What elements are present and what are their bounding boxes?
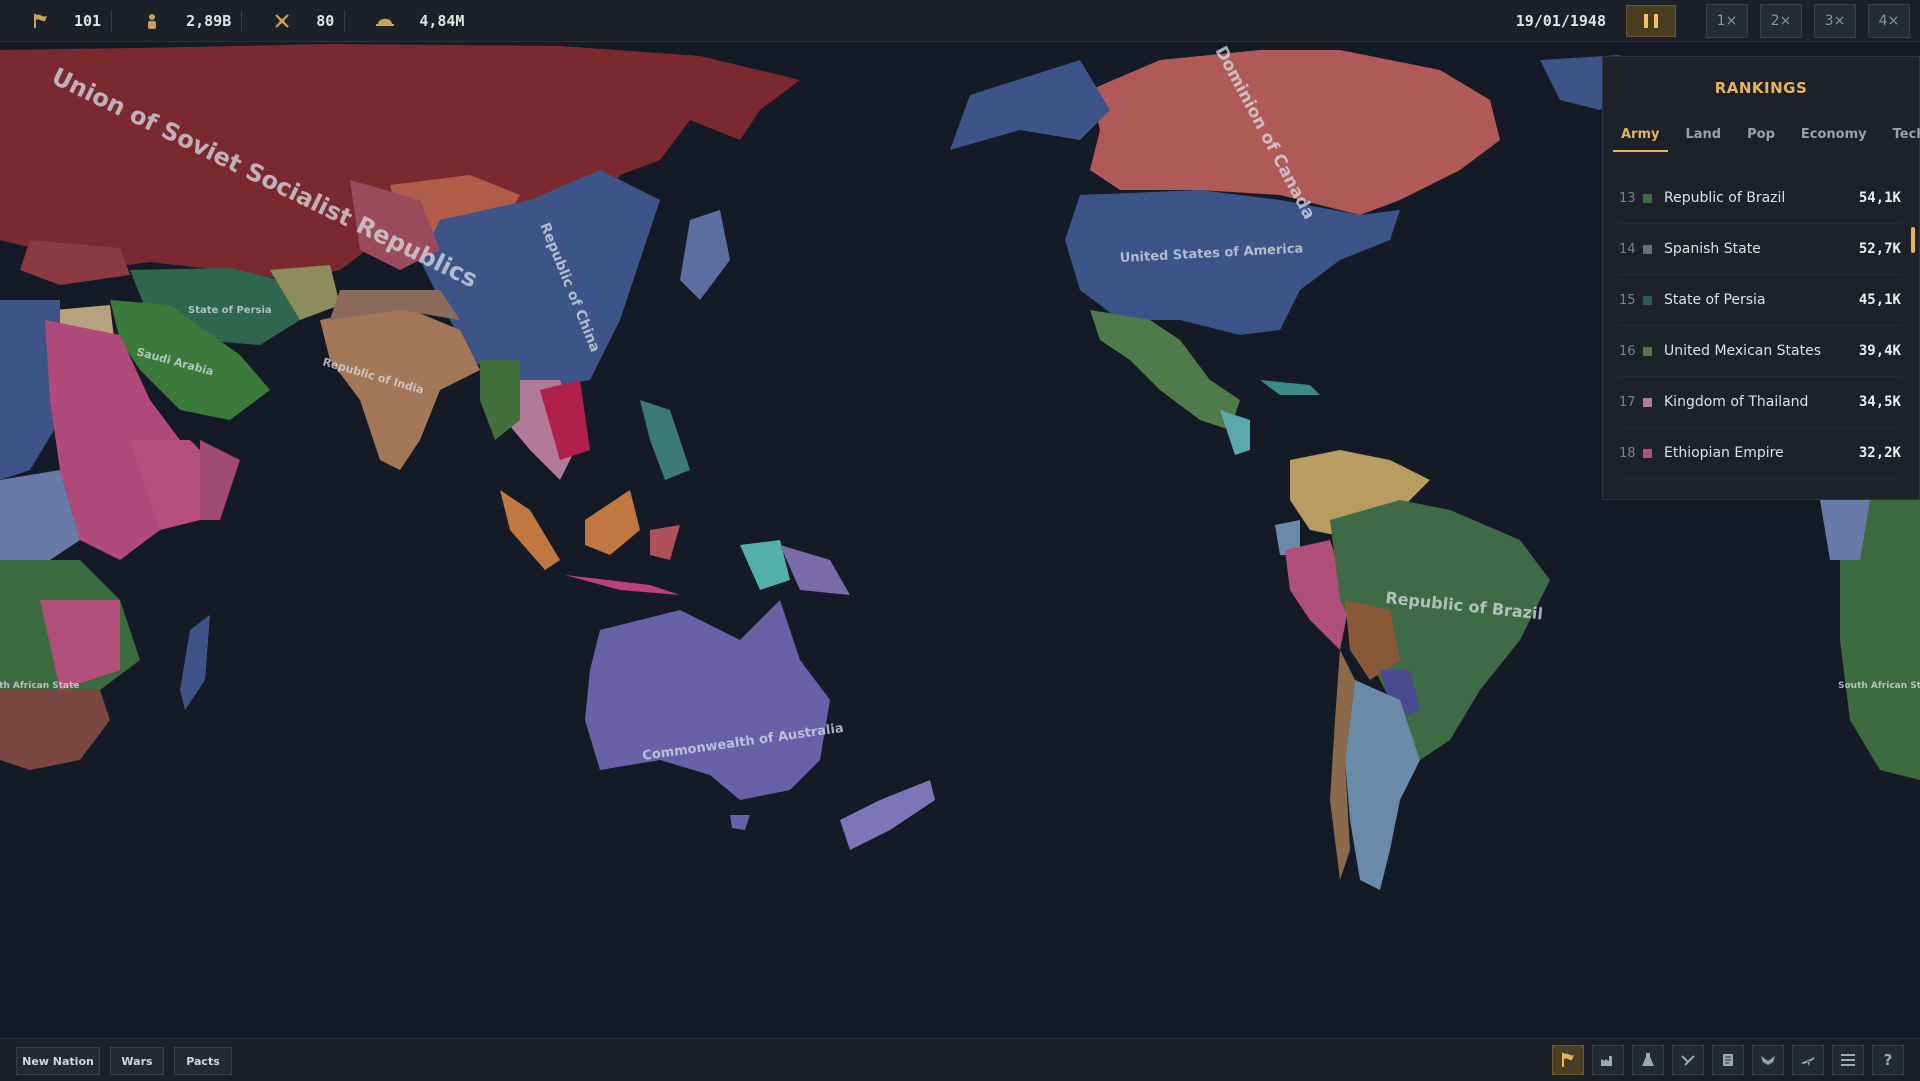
- rank-number: 17: [1619, 394, 1636, 410]
- stat-wars: 80: [242, 0, 344, 42]
- nation-name: State of Persia: [1664, 292, 1766, 308]
- menu-icon[interactable]: [1832, 1045, 1864, 1075]
- flask-icon[interactable]: [1632, 1045, 1664, 1075]
- speed-1x-button[interactable]: 1×: [1706, 4, 1748, 38]
- label-south-africa: South African State: [0, 681, 80, 691]
- speed-3x-button[interactable]: 3×: [1814, 4, 1856, 38]
- rankings-panel: RANKINGS Army Land Pop Economy Tech 13 R…: [1602, 56, 1920, 500]
- label-south-africa-right: South African State: [1838, 681, 1920, 691]
- nations-count: 101: [74, 11, 102, 30]
- help-glyph: ?: [1883, 1051, 1893, 1069]
- eagle-icon[interactable]: [1752, 1045, 1784, 1075]
- rank-number: 16: [1619, 343, 1636, 359]
- rank-value: 54,1K: [1858, 190, 1901, 206]
- tab-pop[interactable]: Pop: [1747, 127, 1775, 152]
- ranking-row[interactable]: 16 United Mexican States 39,4K: [1619, 326, 1901, 377]
- population-icon: [142, 11, 162, 31]
- stat-population: 2,89B: [112, 0, 241, 42]
- population-value: 2,89B: [186, 11, 232, 30]
- rank-value: 32,2K: [1858, 445, 1901, 461]
- nation-color-swatch: [1643, 244, 1652, 254]
- rankings-tabs: Army Land Pop Economy Tech: [1613, 127, 1920, 152]
- bottom-bar: New Nation Wars Pacts ?: [0, 1038, 1920, 1081]
- rank-value: 34,5K: [1858, 394, 1901, 410]
- rank-number: 18: [1619, 445, 1636, 461]
- nation-color-swatch: [1643, 193, 1652, 203]
- nation-name: United Mexican States: [1664, 343, 1822, 359]
- flag-icon: [30, 11, 50, 31]
- nation-color-swatch: [1643, 397, 1652, 407]
- rank-value: 39,4K: [1858, 343, 1901, 359]
- pacts-button[interactable]: Pacts: [174, 1047, 232, 1075]
- rank-value: 52,7K: [1858, 241, 1901, 257]
- pause-icon-bar: [1644, 14, 1648, 28]
- nation-name: Republic of Brazil: [1664, 190, 1786, 206]
- game-date: 19/01/1948: [1515, 12, 1606, 30]
- rankings-title: RANKINGS: [1714, 79, 1808, 97]
- rank-number: 14: [1619, 241, 1636, 257]
- new-nation-button[interactable]: New Nation: [16, 1047, 100, 1075]
- wars-button[interactable]: Wars: [110, 1047, 164, 1075]
- pause-button[interactable]: [1626, 5, 1676, 37]
- label-persia: State of Persia: [188, 305, 272, 316]
- wars-count: 80: [316, 11, 335, 30]
- ranking-row[interactable]: 15 State of Persia 45,1K: [1619, 275, 1901, 326]
- scroll-icon[interactable]: [1712, 1045, 1744, 1075]
- rank-number: 13: [1619, 190, 1636, 206]
- top-bar: 101 2,89B 80 4,84M 19/01/1948 1× 2× 3× 4…: [0, 0, 1920, 42]
- speed-2x-button[interactable]: 2×: [1760, 4, 1802, 38]
- crossed-swords-icon: [272, 11, 292, 31]
- nation-color-swatch: [1643, 448, 1652, 458]
- stat-soldiers: 4,84M: [345, 0, 474, 42]
- time-controls: 19/01/1948 1× 2× 3× 4×: [1516, 0, 1910, 42]
- stat-nations: 101: [0, 0, 111, 42]
- factory-icon[interactable]: [1592, 1045, 1624, 1075]
- nation-name: Ethiopian Empire: [1664, 445, 1784, 461]
- ranking-row[interactable]: 14 Spanish State 52,7K: [1619, 224, 1901, 275]
- nation-color-swatch: [1643, 346, 1652, 356]
- ranking-row[interactable]: 18 Ethiopian Empire 32,2K: [1619, 428, 1901, 479]
- rankings-list: 13 Republic of Brazil 54,1K 14 Spanish S…: [1619, 173, 1901, 479]
- ranking-row[interactable]: 13 Republic of Brazil 54,1K: [1619, 173, 1901, 224]
- nation-color-swatch: [1643, 295, 1652, 305]
- help-icon[interactable]: ?: [1872, 1045, 1904, 1075]
- rankings-scrollbar[interactable]: [1911, 227, 1915, 253]
- flag-icon[interactable]: [1552, 1045, 1584, 1075]
- soldiers-value: 4,84M: [419, 11, 465, 30]
- soldier-helmet-icon: [375, 11, 395, 31]
- plane-icon[interactable]: [1792, 1045, 1824, 1075]
- nation-name: Kingdom of Thailand: [1664, 394, 1809, 410]
- rank-value: 45,1K: [1858, 292, 1901, 308]
- diplomacy-icon[interactable]: [1672, 1045, 1704, 1075]
- tab-tech[interactable]: Tech: [1893, 127, 1920, 152]
- pause-icon-bar: [1654, 14, 1658, 28]
- nation-name: Spanish State: [1664, 241, 1761, 257]
- ranking-row[interactable]: 17 Kingdom of Thailand 34,5K: [1619, 377, 1901, 428]
- tab-land[interactable]: Land: [1686, 127, 1722, 152]
- speed-4x-button[interactable]: 4×: [1868, 4, 1910, 38]
- tab-army[interactable]: Army: [1613, 127, 1668, 152]
- rank-number: 15: [1619, 292, 1636, 308]
- tab-economy[interactable]: Economy: [1801, 127, 1867, 152]
